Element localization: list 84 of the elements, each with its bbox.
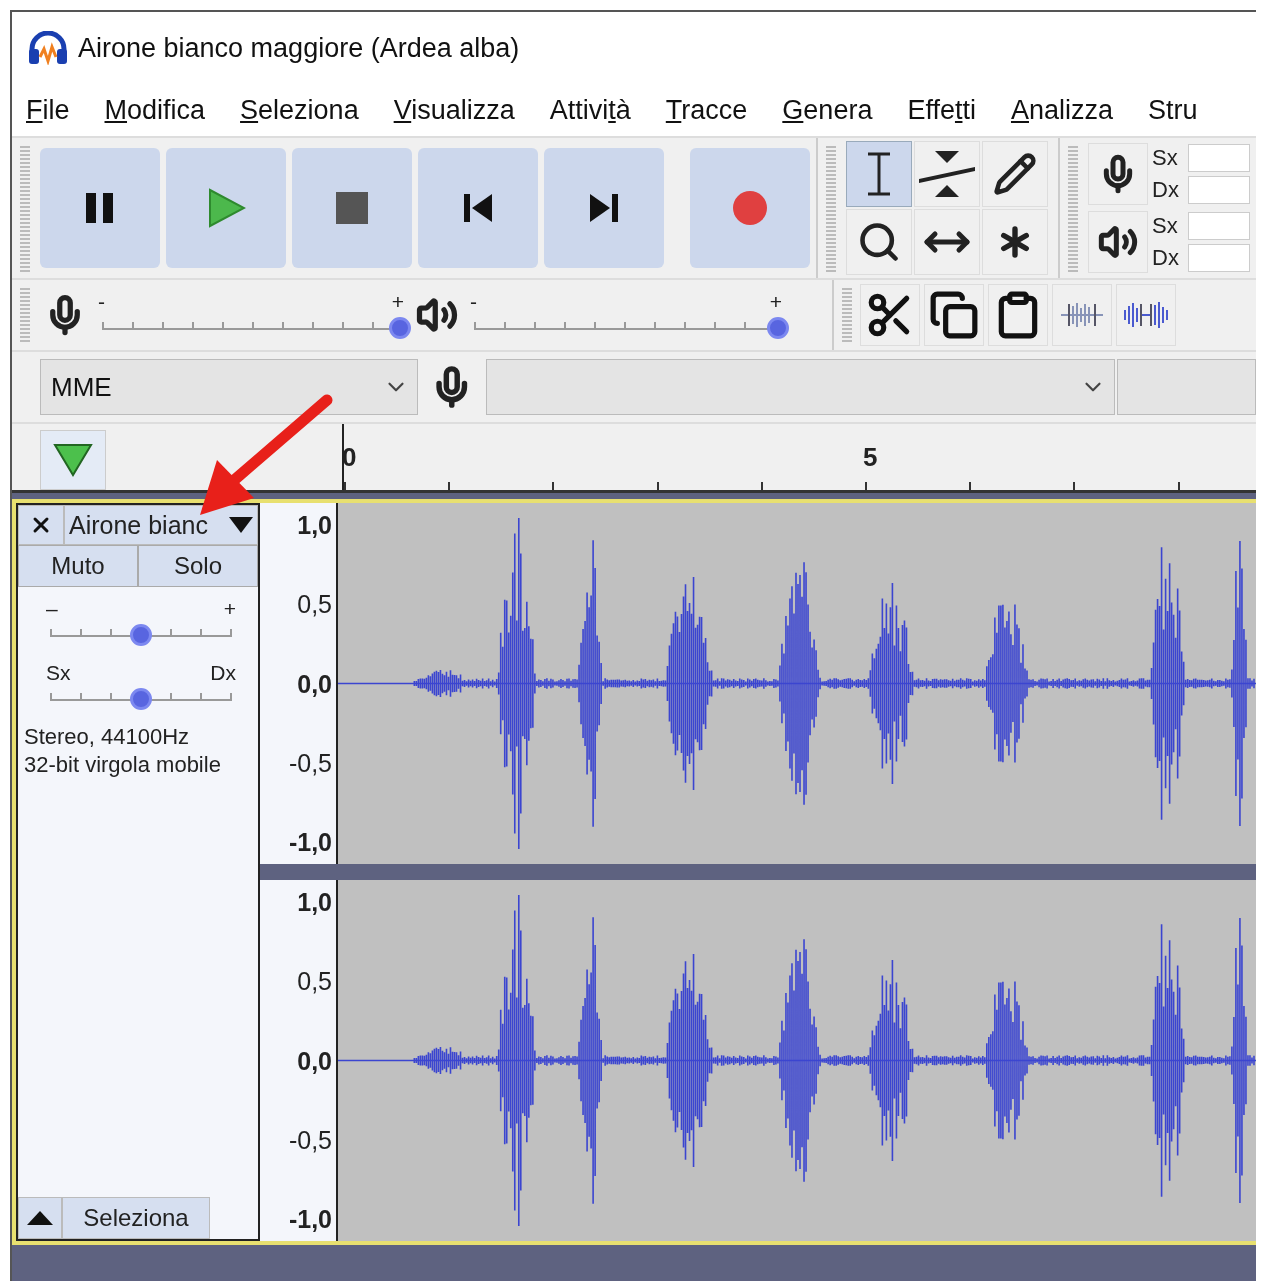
toolbar-grip[interactable] <box>826 144 836 272</box>
copy-icon <box>929 290 979 340</box>
scale-label: -0,5 <box>288 748 332 778</box>
menu-item[interactable]: Effetti <box>907 94 976 126</box>
stop-button[interactable] <box>292 148 412 268</box>
menu-item[interactable]: Seleziona <box>240 94 359 126</box>
menu-item[interactable]: Genera <box>782 94 873 126</box>
input-device-dropdown[interactable] <box>485 359 1116 415</box>
trim-button[interactable] <box>1052 284 1112 346</box>
record-icon <box>732 190 768 226</box>
close-button[interactable] <box>18 505 64 545</box>
triangle-up-icon <box>27 1211 53 1225</box>
select-button[interactable]: Seleziona <box>62 1197 210 1239</box>
track-info: 32-bit virgola mobile <box>24 751 222 779</box>
slider-max-label: + <box>223 597 236 621</box>
menu-item[interactable]: Analizza <box>1010 94 1114 126</box>
menu-item[interactable]: Attività <box>549 94 631 126</box>
slider-max-label: + <box>391 290 404 314</box>
speaker-button[interactable] <box>1088 211 1148 273</box>
skip-end-icon <box>588 192 620 224</box>
slider-max-label: Dx <box>210 661 236 685</box>
scale-label: 0,0 <box>297 669 332 698</box>
silence-button[interactable] <box>1116 284 1176 346</box>
scale-label: 1,0 <box>297 887 332 917</box>
scale-label: 0,5 <box>297 589 332 619</box>
scale-label: 0,5 <box>297 966 332 996</box>
slider-min-label: - <box>470 290 477 314</box>
level-meter <box>1188 244 1250 272</box>
toggle-button[interactable]: Solo <box>138 545 258 587</box>
menu-item[interactable]: Modifica <box>104 94 206 126</box>
copy-button[interactable] <box>924 284 984 346</box>
toggle-button[interactable]: Muto <box>18 545 138 587</box>
scale-label: -1,0 <box>288 1204 332 1234</box>
host-dropdown[interactable]: MME <box>40 359 419 415</box>
scale-label: 0,0 <box>297 1046 332 1075</box>
menu-item[interactable]: Tracce <box>665 94 748 126</box>
menu-item[interactable]: Visualizza <box>393 94 515 126</box>
ruler-label: 5 <box>863 442 878 473</box>
skip-start-button[interactable] <box>418 148 538 268</box>
channel-label: Sx <box>1152 145 1179 171</box>
scale-label: 1,0 <box>297 510 332 540</box>
level-meter <box>1188 144 1250 172</box>
level-meter <box>1188 212 1250 240</box>
slider-max-label: + <box>769 290 782 314</box>
slider-min-label: - <box>98 290 105 314</box>
track-info: Stereo, 44100Hz <box>24 723 191 751</box>
channel-label: Dx <box>1152 245 1180 271</box>
stop-icon <box>336 192 368 224</box>
play-head-button[interactable] <box>40 430 106 490</box>
menu-item[interactable]: Stru <box>1148 94 1198 126</box>
level-meter <box>1188 176 1250 204</box>
triangle-down-icon <box>53 443 93 477</box>
tool-button[interactable] <box>846 141 912 207</box>
scale-label: -1,0 <box>288 827 332 857</box>
skip-end-button[interactable] <box>544 148 664 268</box>
headphones-icon <box>28 31 68 65</box>
play-icon <box>206 188 246 228</box>
scale-label: -0,5 <box>288 1125 332 1155</box>
pause-button[interactable] <box>40 148 160 268</box>
slider-thumb[interactable] <box>389 317 411 339</box>
slider-thumb[interactable] <box>130 624 152 646</box>
silence-icon <box>1123 300 1169 330</box>
pencil-icon <box>993 152 1037 196</box>
toolbar-grip[interactable] <box>20 144 30 272</box>
toolbar-grip[interactable] <box>1068 144 1078 272</box>
channel-label: Dx <box>1152 177 1180 203</box>
channel-label: Sx <box>1152 213 1179 239</box>
menu-item[interactable]: File <box>26 94 70 126</box>
slider-thumb[interactable] <box>130 688 152 710</box>
collapse-button[interactable] <box>18 1197 62 1239</box>
cut-button[interactable] <box>860 284 920 346</box>
slider-min-label: – <box>46 597 58 621</box>
window-title: Airone bianco maggiore (Ardea alba) <box>78 32 520 64</box>
track-name-button[interactable]: Airone bianc <box>64 505 258 545</box>
envelope-icon <box>917 149 977 199</box>
record-button[interactable] <box>690 148 810 268</box>
skip-start-icon <box>462 192 494 224</box>
trim-icon <box>1059 300 1105 330</box>
slider-thumb[interactable] <box>767 317 789 339</box>
microphone-button[interactable] <box>1088 143 1148 205</box>
slider-min-label: Sx <box>46 661 71 685</box>
zoom-icon <box>857 220 901 264</box>
paste-button[interactable] <box>988 284 1048 346</box>
triangle-down-icon <box>229 517 253 533</box>
